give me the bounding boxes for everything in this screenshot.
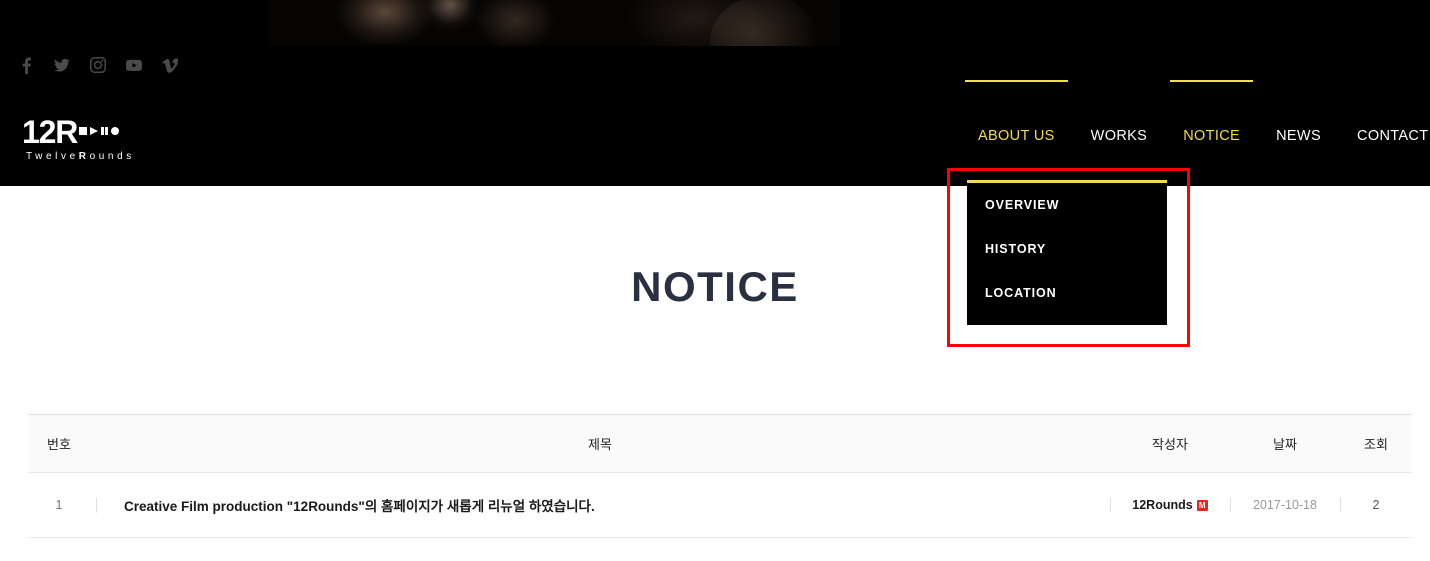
cell-hits: 2 <box>1340 498 1412 512</box>
column-header-title: 제목 <box>588 437 612 452</box>
nav-item-works[interactable]: WORKS <box>1073 128 1166 144</box>
logo-media-glyphs <box>79 127 119 135</box>
logo-tagline: TwelveRounds <box>26 151 135 162</box>
site-logo[interactable]: 12R TwelveRounds <box>22 116 135 162</box>
cell-title[interactable]: Creative Film production "12Rounds"의 홈페이… <box>90 495 1110 515</box>
main-navigation: ABOUT US WORKS NOTICE NEWS CONTACT US <box>960 80 1430 144</box>
table-row[interactable]: 1 Creative Film production "12Rounds"의 홈… <box>28 473 1412 538</box>
pause-icon <box>101 127 108 135</box>
table-header-row: 번호 제목 작성자 날짜 조회 <box>28 414 1412 473</box>
nav-item-contact-us[interactable]: CONTACT US <box>1339 128 1430 144</box>
page-title: NOTICE <box>631 263 799 310</box>
vimeo-icon[interactable] <box>162 56 178 74</box>
dropdown-item-location[interactable]: LOCATION <box>967 271 1167 315</box>
instagram-icon[interactable] <box>90 56 106 74</box>
column-header-no: 번호 <box>47 437 71 452</box>
nav-item-news[interactable]: NEWS <box>1258 128 1339 144</box>
cell-author-text: 12Rounds <box>1132 498 1193 512</box>
cell-no: 1 <box>55 498 63 512</box>
twitter-icon[interactable] <box>54 56 70 74</box>
hero-banner-mask-right <box>1090 0 1430 46</box>
page-root: 12R TwelveRounds ABOUT US WORKS NOTICE N… <box>0 0 1430 561</box>
facebook-icon[interactable] <box>18 56 34 74</box>
notice-board-table: 번호 제목 작성자 날짜 조회 1 Creative Film producti… <box>28 414 1412 538</box>
nav-item-notice[interactable]: NOTICE <box>1165 80 1258 144</box>
youtube-icon[interactable] <box>126 56 142 74</box>
logo-text-12r: 12R <box>22 114 78 150</box>
nav-item-about-us[interactable]: ABOUT US <box>960 80 1073 144</box>
dropdown-item-history[interactable]: HISTORY <box>967 227 1167 271</box>
column-header-author: 작성자 <box>1152 437 1188 452</box>
stop-icon <box>79 127 88 135</box>
record-icon <box>110 127 119 135</box>
logo-tagline-text: T <box>26 151 36 162</box>
about-us-dropdown-menu: OVERVIEW HISTORY LOCATION <box>967 180 1167 325</box>
cell-author: 12Rounds M <box>1110 498 1230 512</box>
hero-banner <box>0 0 1430 46</box>
hero-banner-image <box>265 0 840 46</box>
column-header-date: 날짜 <box>1273 437 1297 452</box>
social-links <box>18 56 178 74</box>
play-icon <box>90 127 99 135</box>
column-header-hits: 조회 <box>1364 437 1388 452</box>
cell-date: 2017-10-18 <box>1230 498 1340 512</box>
mail-badge-icon[interactable]: M <box>1196 499 1208 511</box>
hero-banner-mask-left <box>0 0 268 46</box>
dropdown-item-overview[interactable]: OVERVIEW <box>967 183 1167 227</box>
logo-mark: 12R <box>22 116 135 148</box>
site-header: 12R TwelveRounds ABOUT US WORKS NOTICE N… <box>0 0 1430 186</box>
